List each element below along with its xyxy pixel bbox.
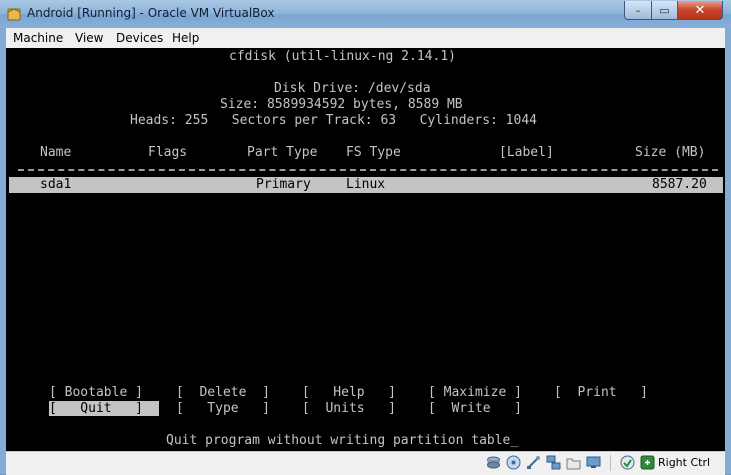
column-fs-type: FS Type	[346, 145, 401, 160]
maximize-button[interactable]: ▭	[651, 1, 678, 20]
quit-button[interactable]: [ Quit ]	[49, 402, 143, 416]
write-button[interactable]: [ Write ]	[428, 402, 522, 416]
window-titlebar[interactable]: Android [Running] - Oracle VM VirtualBox…	[0, 0, 731, 28]
disk-geometry-line: Heads: 255 Sectors per Track: 63 Cylinde…	[130, 113, 537, 128]
type-button[interactable]: [ Type ]	[176, 402, 270, 416]
status-bar: Right Ctrl	[6, 451, 725, 475]
units-button[interactable]: [ Units ]	[302, 402, 396, 416]
virtualbox-icon	[7, 8, 21, 21]
minimize-button[interactable]: –	[624, 1, 652, 20]
keyboard-icon[interactable]	[640, 455, 655, 470]
maximize-partition-button[interactable]: [ Maximize ]	[428, 386, 522, 400]
column-flags: Flags	[148, 145, 188, 160]
usb-icon[interactable]	[526, 455, 541, 470]
partition-row[interactable]: sda1 Primary Linux 8587.20	[9, 177, 723, 193]
table-separator	[18, 169, 718, 171]
disk-drive-line: Disk Drive: /dev/sda	[274, 81, 431, 96]
menu-machine[interactable]: Machine	[13, 31, 63, 45]
cfdisk-header: cfdisk (util-linux-ng 2.14.1)	[229, 49, 456, 64]
partition-fs-type: Linux	[346, 177, 386, 192]
column-part-type: Part Type	[247, 145, 318, 160]
print-button[interactable]: [ Print ]	[554, 386, 648, 400]
column-name: Name	[40, 145, 72, 160]
delete-button[interactable]: [ Delete ]	[176, 386, 270, 400]
menu-bar: Machine View Devices Help	[6, 28, 725, 49]
window-frame-right	[725, 28, 731, 474]
menu-help[interactable]: Help	[172, 31, 199, 45]
bootable-button[interactable]: [ Bootable ]	[49, 386, 143, 400]
hard-disk-icon[interactable]	[486, 455, 501, 470]
menu-view[interactable]: View	[75, 31, 103, 45]
partition-type: Primary	[256, 177, 311, 192]
column-size: Size (MB)	[635, 145, 706, 160]
partition-size: 8587.20	[652, 177, 707, 192]
capture-icon[interactable]	[620, 455, 635, 470]
host-key-label: Right Ctrl	[658, 456, 711, 469]
disk-size-line: Size: 8589934592 bytes, 8589 MB	[220, 97, 463, 112]
status-message: Quit program without writing partition t…	[166, 433, 519, 448]
window-title: Android [Running] - Oracle VM VirtualBox	[27, 6, 275, 20]
vm-console[interactable]: cfdisk (util-linux-ng 2.14.1) Disk Drive…	[6, 48, 725, 451]
statusbar-divider	[610, 455, 611, 471]
partition-name: sda1	[40, 177, 72, 192]
close-button[interactable]: ✕	[677, 1, 723, 20]
column-label: [Label]	[499, 145, 554, 160]
network-icon[interactable]	[546, 455, 561, 470]
cd-icon[interactable]	[506, 455, 521, 470]
shared-folder-icon[interactable]	[566, 455, 581, 470]
display-icon[interactable]	[586, 455, 601, 470]
menu-devices[interactable]: Devices	[116, 31, 163, 45]
help-button[interactable]: [ Help ]	[302, 386, 396, 400]
